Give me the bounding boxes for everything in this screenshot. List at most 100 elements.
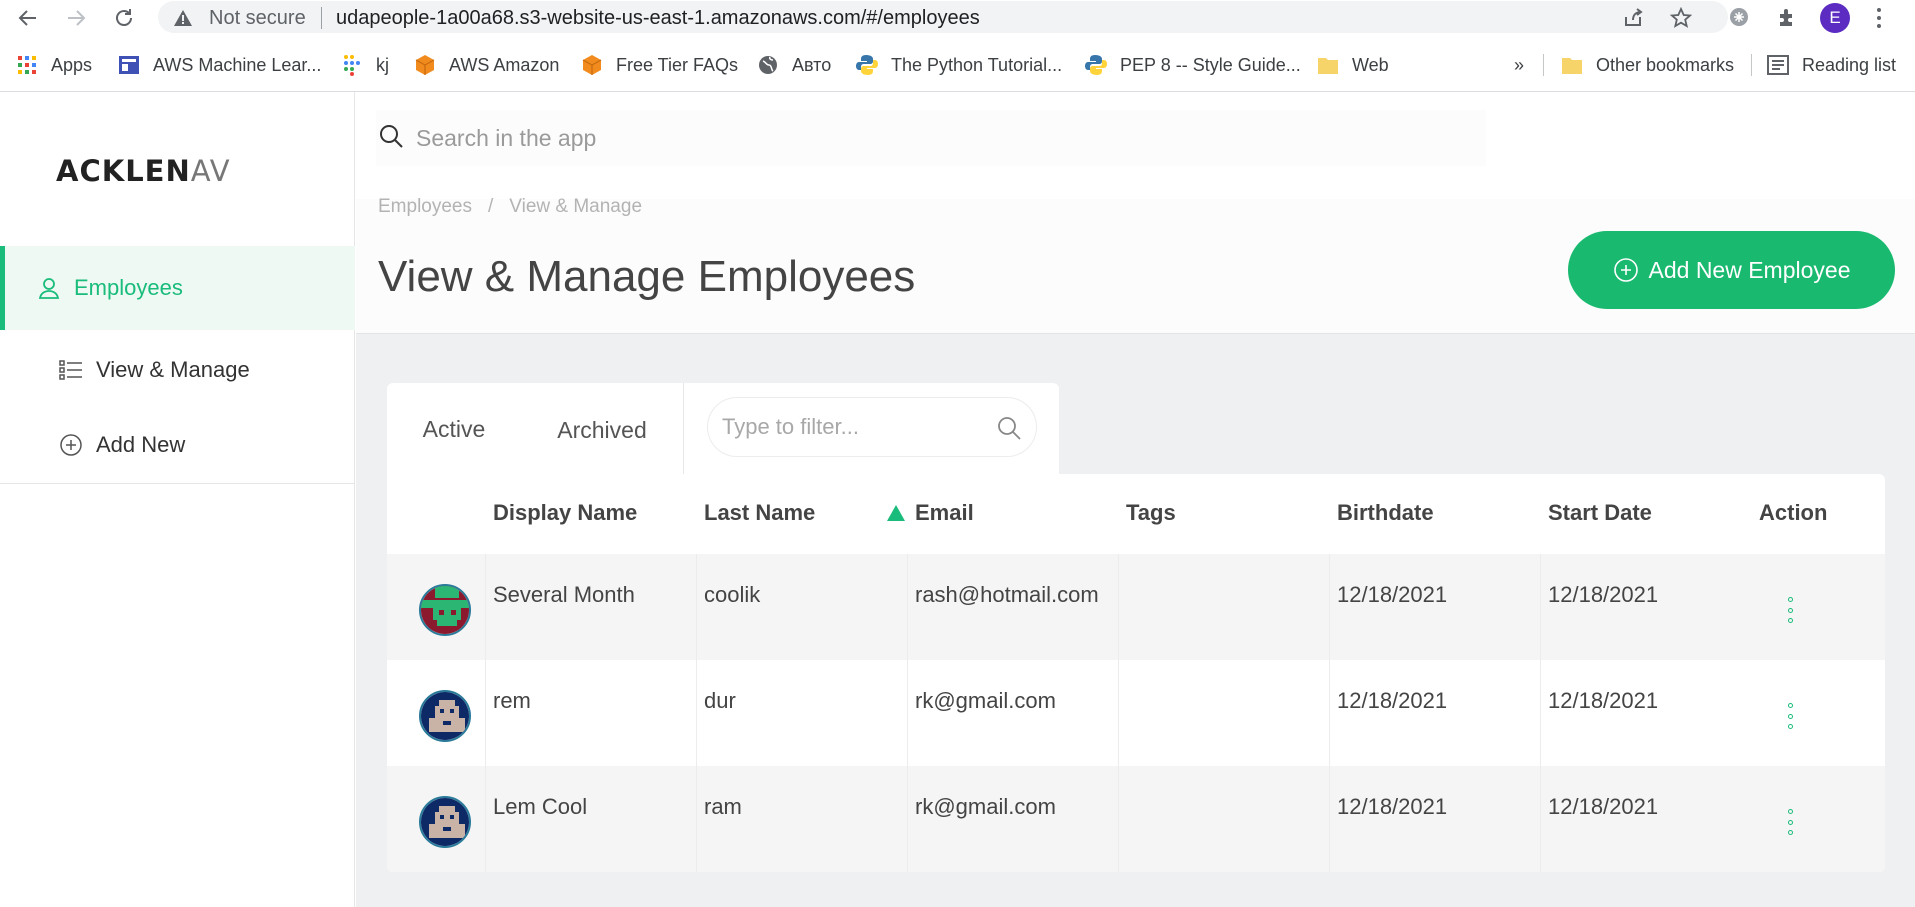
apps-grid-icon <box>15 53 39 77</box>
url-text[interactable]: udapeople-1a00a68.s3-website-us-east-1.a… <box>336 7 980 30</box>
table-row[interactable]: Several Month coolik rash@hotmail.com 12… <box>387 554 1885 660</box>
aws-ml-icon <box>117 53 141 77</box>
breadcrumb-employees[interactable]: Employees <box>378 196 472 217</box>
column-display-name[interactable]: Display Name <box>493 500 637 526</box>
table-header: Display Name Last Name Email Tags Birthd… <box>387 474 1885 554</box>
cell-divider <box>696 554 697 660</box>
sidebar-item-view-manage[interactable]: View & Manage <box>0 328 355 412</box>
tab-active[interactable]: Active <box>387 383 521 478</box>
app-logo[interactable]: ACKLENAV <box>56 154 231 188</box>
browser-menu-icon[interactable] <box>1874 6 1884 30</box>
plus-circle-icon <box>58 432 84 458</box>
logo-text: ACKLEN <box>56 154 191 188</box>
tabs-panel: Active Archived <box>387 383 1059 478</box>
bookmark-apps[interactable]: Apps <box>15 47 92 83</box>
cell-email: rash@hotmail.com <box>915 582 1099 607</box>
reading-list-button[interactable]: Reading list <box>1766 47 1896 83</box>
bookmark-label: Авто <box>792 54 832 75</box>
bookmark-aws-ml[interactable]: AWS Machine Lear... <box>117 47 321 83</box>
sidebar-item-add-new[interactable]: Add New <box>0 403 355 487</box>
avatar <box>419 796 471 848</box>
star-icon[interactable] <box>1668 5 1694 31</box>
column-start-date[interactable]: Start Date <box>1548 500 1652 526</box>
add-new-employee-button[interactable]: Add New Employee <box>1568 231 1895 309</box>
cell-start-date: 12/18/2021 <box>1548 688 1659 713</box>
globe-icon <box>756 53 780 77</box>
column-email[interactable]: Email <box>915 500 974 526</box>
search-input[interactable] <box>416 124 1316 152</box>
reload-icon[interactable] <box>110 4 138 32</box>
bookmark-avto[interactable]: Авто <box>756 47 831 83</box>
extension-icon[interactable] <box>1726 4 1752 30</box>
reading-list-icon <box>1766 53 1790 77</box>
app-search <box>376 110 1486 166</box>
breadcrumb: Employees / View & Manage <box>378 196 658 218</box>
column-action: Action <box>1759 500 1828 525</box>
column-birthdate[interactable]: Birthdate <box>1337 500 1434 526</box>
filter-input[interactable] <box>722 414 982 440</box>
row-actions-icon[interactable] <box>1786 597 1794 623</box>
bookmark-label: Apps <box>51 54 93 75</box>
bookmark-label: Web <box>1352 54 1389 75</box>
table-row[interactable]: Lem Cool ram rk@gmail.com 12/18/2021 12/… <box>387 766 1885 872</box>
bookmark-other-bookmarks[interactable]: Other bookmarks <box>1560 47 1734 83</box>
bookmark-label: Other bookmarks <box>1596 54 1735 75</box>
cell-birthdate: 12/18/2021 <box>1337 794 1448 819</box>
bookmark-label: Free Tier FAQs <box>616 54 739 75</box>
cell-divider <box>696 660 697 766</box>
sort-ascending-icon[interactable] <box>887 505 905 521</box>
cell-divider <box>1329 660 1330 766</box>
aws-cube-icon <box>580 53 604 77</box>
cell-divider <box>1329 554 1330 660</box>
cell-last-name: dur <box>704 688 736 713</box>
share-icon[interactable] <box>1620 5 1646 31</box>
cell-divider <box>907 766 908 872</box>
bookmark-label: The Python Tutorial... <box>891 54 1063 75</box>
cell-divider <box>1540 766 1541 872</box>
breadcrumb-view-manage[interactable]: View & Manage <box>509 196 642 217</box>
sidebar-item-label: View & Manage <box>96 357 250 382</box>
bookmarks-overflow-button[interactable]: » <box>1514 47 1524 83</box>
bookmark-python-tutorial[interactable]: The Python Tutorial... <box>855 47 1062 83</box>
employees-table: Display Name Last Name Email Tags Birthd… <box>387 474 1885 872</box>
row-actions-icon[interactable] <box>1786 703 1794 729</box>
omnibox-separator <box>321 7 322 29</box>
back-arrow-icon[interactable] <box>14 4 42 32</box>
cell-divider <box>1118 554 1119 660</box>
row-actions-icon[interactable] <box>1786 809 1794 835</box>
bookmarks-bar: Apps AWS Machine Lear... kj AWS Amazon F… <box>0 47 1915 83</box>
search-icon[interactable] <box>996 415 1022 446</box>
cell-email: rk@gmail.com <box>915 794 1056 819</box>
sidebar-item-employees[interactable]: Employees <box>0 246 355 330</box>
bookmark-kj[interactable]: kj <box>340 47 389 83</box>
column-tags[interactable]: Tags <box>1126 500 1176 526</box>
table-row[interactable]: rem dur rk@gmail.com 12/18/2021 12/18/20… <box>387 660 1885 766</box>
page-header: Employees / View & Manage View & Manage Em… <box>356 92 1915 334</box>
bookmark-web-folder[interactable]: Web <box>1316 47 1389 83</box>
browser-toolbar: Not secure udapeople-1a00a68.s3-website-… <box>0 0 1915 35</box>
tab-archived[interactable]: Archived <box>527 383 677 478</box>
profile-avatar[interactable]: E <box>1820 3 1850 33</box>
sidebar-item-label: Add New <box>96 432 186 457</box>
search-icon <box>378 123 404 154</box>
bookmark-label: PEP 8 -- Style Guide... <box>1120 54 1301 75</box>
breadcrumb-separator: / <box>488 196 494 217</box>
cell-divider <box>1118 660 1119 766</box>
dots-icon <box>340 53 364 77</box>
puzzle-icon[interactable] <box>1774 4 1800 30</box>
column-last-name[interactable]: Last Name <box>704 500 815 526</box>
address-bar[interactable]: Not secure udapeople-1a00a68.s3-website-… <box>158 1 1728 33</box>
filter-box <box>707 397 1037 457</box>
bookmark-pep8[interactable]: PEP 8 -- Style Guide... <box>1084 47 1301 83</box>
sidebar: ACKLENAV Employees View & Manage Add New <box>0 92 355 907</box>
add-button-label: Add New Employee <box>1648 256 1851 283</box>
cell-divider <box>1540 554 1541 660</box>
cell-divider <box>1329 766 1330 872</box>
plus-circle-icon <box>1613 257 1639 283</box>
cell-birthdate: 12/18/2021 <box>1337 688 1448 713</box>
bookmark-aws-amazon[interactable]: AWS Amazon <box>413 47 559 83</box>
not-secure-label: Not secure <box>209 7 306 29</box>
avatar <box>419 584 471 636</box>
bookmark-free-tier[interactable]: Free Tier FAQs <box>580 47 738 83</box>
forward-arrow-icon[interactable] <box>62 4 90 32</box>
